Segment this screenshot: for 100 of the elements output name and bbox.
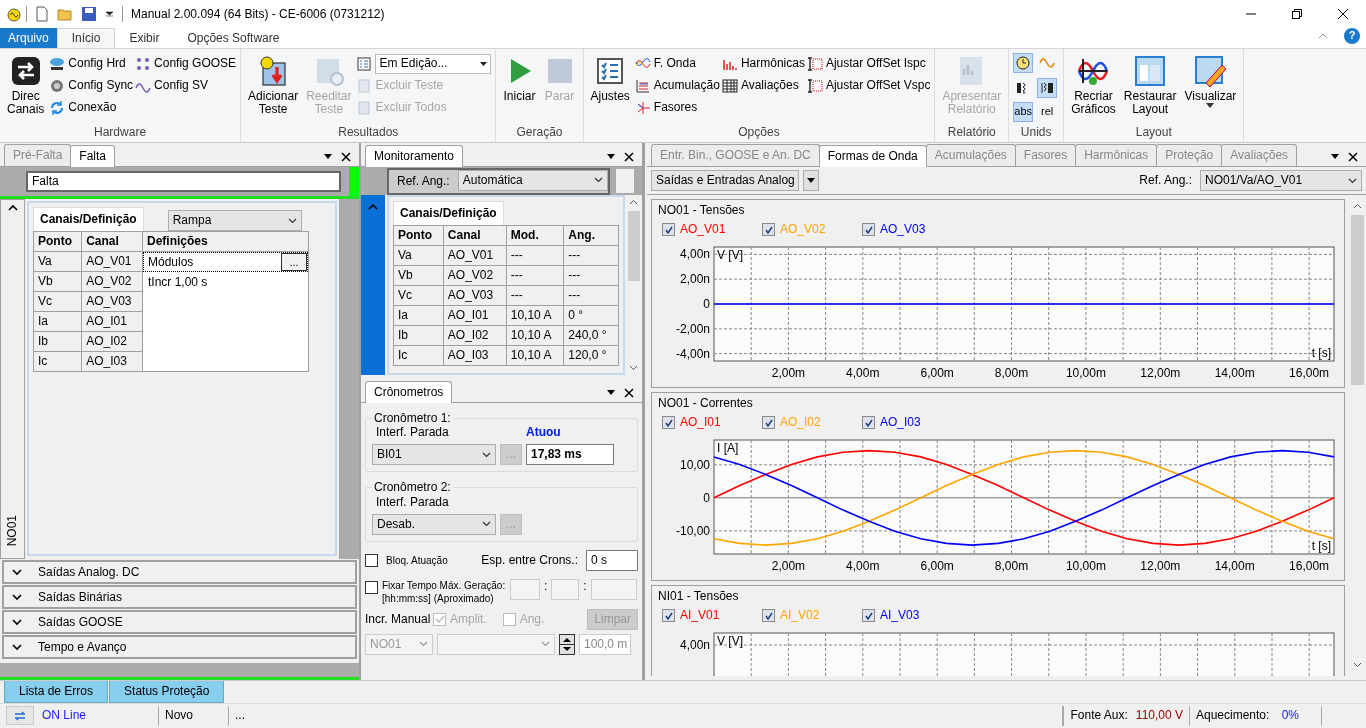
input-field[interactable] [590, 578, 637, 600]
close-icon[interactable] [624, 388, 634, 398]
ribbon-button[interactable]: Acumulação [634, 76, 720, 95]
dropdown-icon[interactable] [105, 10, 114, 18]
table-cell: Ia [33, 311, 82, 332]
ribbon-button[interactable]: Ajustes [587, 53, 633, 125]
ribbon-tab[interactable]: Início [56, 28, 116, 48]
dropdown-icon[interactable] [323, 153, 333, 161]
grid-icon [721, 77, 738, 94]
section-header[interactable]: Saídas Binárias [2, 585, 357, 609]
panel-tab[interactable]: Lista de Erros [4, 681, 109, 703]
panel-tab[interactable]: Status Proteção [109, 681, 225, 703]
table-cell: AO_V01 [81, 251, 143, 272]
checkbox[interactable] [365, 553, 378, 567]
ribbon-button[interactable]: Config Sync [49, 76, 134, 95]
toggle-button[interactable] [1037, 77, 1058, 98]
ribbon-button[interactable]: Adicionar Teste [245, 53, 302, 125]
more-button[interactable]: ... [281, 253, 307, 271]
panel-tab[interactable]: Crônometros [365, 381, 453, 403]
ribbon-button[interactable]: Ajustar OffSet Vspc [806, 76, 931, 95]
panel-tab[interactable]: Canais/Definição [33, 207, 144, 231]
name-field[interactable]: Falta [26, 171, 341, 192]
ribbon-button[interactable]: Config SV [135, 76, 237, 95]
arrows-icon [9, 55, 42, 87]
ribbon-button[interactable]: Direc Canais [4, 53, 48, 125]
section-header[interactable]: Tempo e Avanço [2, 635, 357, 659]
separator-text: : [543, 578, 549, 594]
toggle-button[interactable]: abs [1013, 102, 1034, 123]
blank-panel [615, 169, 634, 193]
close-icon[interactable] [1348, 152, 1358, 162]
input-field[interactable]: 0 s [586, 549, 638, 571]
dropdown[interactable]: Rampa [167, 210, 302, 231]
ribbon-button[interactable]: Fasores [634, 98, 720, 117]
checkbox[interactable] [862, 223, 875, 236]
sync-button[interactable] [6, 706, 34, 725]
caret-icon[interactable] [7, 204, 18, 211]
dropdown-icon[interactable] [1330, 153, 1340, 161]
checkbox[interactable] [762, 609, 775, 622]
checkbox[interactable] [762, 416, 775, 429]
spin-button[interactable] [559, 633, 575, 655]
checkbox[interactable] [862, 416, 875, 429]
section-header[interactable]: Saídas Analog. DC [2, 560, 357, 584]
panel-tab[interactable]: Falta [70, 145, 116, 167]
caret-icon [1348, 177, 1357, 184]
checkbox[interactable] [365, 580, 378, 594]
ribbon-button[interactable]: Iniciar [500, 53, 539, 125]
dropdown-icon[interactable] [606, 389, 616, 397]
scroll-up-icon [1353, 203, 1362, 209]
section-header[interactable]: Saídas GOOSE [2, 610, 357, 634]
close-icon[interactable] [341, 152, 351, 162]
checkbox[interactable] [862, 609, 875, 622]
caret-icon [482, 451, 491, 458]
save-icon[interactable] [81, 6, 97, 22]
tick-label: 4,00n [679, 638, 710, 652]
checkbox[interactable] [662, 223, 675, 236]
definition-row[interactable]: Módulos ... [143, 252, 308, 272]
dropdown[interactable]: BI01 [372, 444, 496, 466]
file-tab[interactable]: Arquivo [0, 28, 57, 48]
scroll-down-icon [1353, 662, 1362, 668]
ribbon-button[interactable]: Harmônicas [721, 54, 805, 73]
dropdown-button[interactable] [803, 170, 819, 191]
ribbon-button[interactable]: F. Onda [634, 54, 720, 73]
restore-icon [1292, 9, 1302, 19]
ribbon-button[interactable]: Conexão [49, 98, 134, 117]
globe-icon [49, 77, 66, 94]
bar-chart-icon [634, 77, 651, 94]
dropdown[interactable]: Saídas e Entradas Analog [651, 170, 799, 191]
close-icon[interactable] [624, 152, 634, 162]
toggle-button[interactable]: rel [1037, 102, 1058, 123]
dropdown[interactable]: Desab. [372, 513, 496, 535]
checkbox[interactable] [762, 223, 775, 236]
ribbon-button[interactable]: Avaliações [721, 76, 805, 95]
dropdown-icon[interactable] [606, 153, 616, 161]
checkbox[interactable] [662, 609, 675, 622]
group-label: Unids [1019, 125, 1053, 141]
ribbon-tab[interactable]: Exibir [115, 28, 174, 48]
dropdown[interactable]: NO01/Va/AO_V01 [1200, 170, 1362, 191]
collapse-icon[interactable] [1318, 33, 1328, 39]
ribbon-button[interactable]: Visualizar [1181, 53, 1240, 125]
toggle-button[interactable] [1013, 53, 1034, 73]
ribbon-button[interactable]: Config GOOSE [135, 54, 237, 73]
legend-label: AI_V01 [680, 608, 720, 623]
ribbon-button[interactable]: Config Hrd [49, 54, 134, 73]
ribbon-button[interactable]: Restaurar Layout [1120, 53, 1180, 125]
help-icon[interactable]: ? [1344, 28, 1360, 44]
dropdown[interactable]: Em Edição... [375, 53, 492, 74]
panel-tab[interactable]: Monitoramento [365, 145, 464, 167]
ribbon-tab[interactable]: Opções Software [173, 28, 294, 48]
input-field[interactable] [551, 578, 580, 600]
ribbon-button[interactable]: Ajustar OffSet Ispc [806, 54, 931, 73]
ribbon-button[interactable]: Recriar Gráficos [1068, 53, 1119, 125]
panel-tab[interactable]: Formas de Onda [818, 145, 927, 167]
panel-tab[interactable]: Canais/Definição [393, 201, 504, 225]
dropdown[interactable]: Automática [457, 169, 608, 191]
new-file-icon[interactable] [35, 6, 49, 22]
input-field[interactable] [510, 578, 540, 600]
legend-label: AO_I01 [680, 415, 721, 430]
checkbox[interactable] [662, 416, 675, 429]
input-field[interactable]: 100,0 m [579, 633, 631, 655]
tick-label: 8,00m [994, 559, 1029, 573]
